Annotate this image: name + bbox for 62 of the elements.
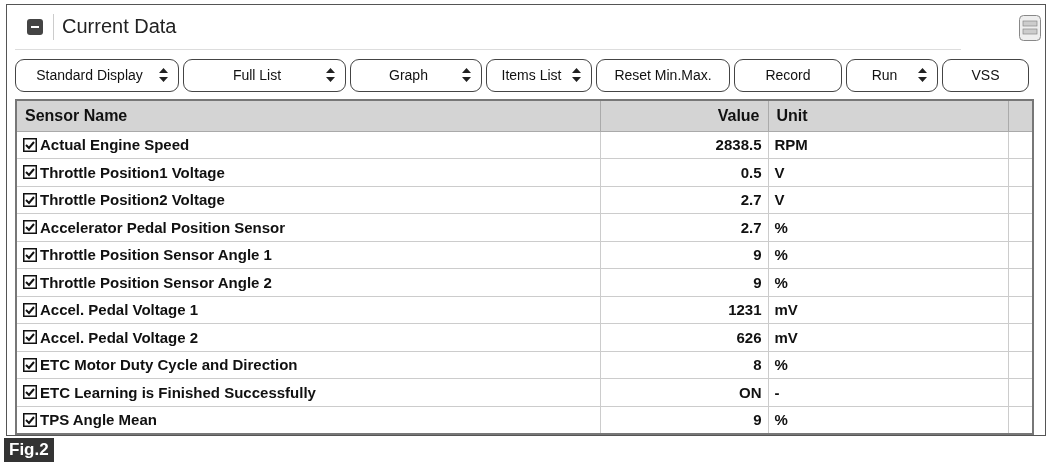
sensor-name: Throttle Position Sensor Angle 1	[40, 246, 272, 264]
sensor-name: Throttle Position1 Voltage	[40, 163, 225, 181]
table-cell: %	[768, 213, 1008, 241]
sensor-name: Throttle Position2 Voltage	[40, 191, 225, 209]
checkbox[interactable]	[23, 412, 37, 427]
table-cell: 0.5	[600, 158, 768, 186]
table-cell: V	[768, 186, 1008, 214]
table-cell: mV	[768, 296, 1008, 324]
checkbox[interactable]	[23, 165, 37, 180]
table-cell: ON	[600, 378, 768, 406]
sensor-name: ETC Motor Duty Cycle and Direction	[40, 356, 298, 374]
collapse-icon[interactable]	[27, 18, 43, 35]
column-header: Value	[600, 99, 768, 131]
checkbox[interactable]	[23, 385, 37, 400]
up-down-arrows-icon	[159, 68, 168, 82]
column-header: Sensor Name	[16, 99, 600, 131]
checkbox[interactable]	[23, 275, 37, 290]
sensor-name: ETC Learning is Finished Successfully	[40, 383, 316, 401]
table-cell: 2838.5	[600, 131, 768, 159]
toolbar-button[interactable]: Record	[734, 58, 842, 92]
table-cell: V	[768, 158, 1008, 186]
table-cell: mV	[768, 323, 1008, 351]
table-cell: 2.7	[600, 186, 768, 214]
table-cell: 9	[600, 241, 768, 269]
checkbox[interactable]	[23, 330, 37, 345]
table-cell: 8	[600, 351, 768, 379]
sensor-name: Accel. Pedal Voltage 2	[40, 328, 199, 346]
sensor-name: Throttle Position Sensor Angle 2	[40, 273, 272, 291]
toolbar-button[interactable]: Reset Min.Max.	[596, 58, 730, 92]
sensor-name: Actual Engine Speed	[40, 136, 190, 154]
table-cell: -	[768, 378, 1008, 406]
table-cell: %	[768, 241, 1008, 269]
sensor-name: Accel. Pedal Voltage 1	[40, 301, 199, 319]
dropdown-button[interactable]: Graph	[350, 58, 482, 92]
dropdown-button[interactable]: Standard Display	[15, 58, 179, 92]
table-cell: 2.7	[600, 213, 768, 241]
checkbox[interactable]	[23, 247, 37, 262]
dropdown-button[interactable]: Run	[846, 58, 938, 92]
sensor-name: TPS Angle Mean	[40, 411, 157, 429]
table-cell: RPM	[768, 131, 1008, 159]
menu-icon[interactable]	[1019, 15, 1041, 41]
checkbox[interactable]	[23, 220, 37, 235]
checkbox[interactable]	[23, 137, 37, 152]
up-down-arrows-icon	[326, 68, 335, 82]
table-cell: 9	[600, 268, 768, 296]
table-cell: 1231	[600, 296, 768, 324]
dropdown-button[interactable]: Items List	[486, 58, 592, 92]
checkbox[interactable]	[23, 192, 37, 207]
column-header: Unit	[768, 99, 1008, 131]
up-down-arrows-icon	[918, 68, 927, 82]
up-down-arrows-icon	[572, 68, 581, 82]
up-down-arrows-icon	[462, 68, 471, 82]
sensor-name: Accelerator Pedal Position Sensor	[40, 218, 286, 236]
dropdown-button[interactable]: Full List	[183, 58, 346, 92]
table-cell: %	[768, 268, 1008, 296]
checkbox[interactable]	[23, 302, 37, 317]
figure-label: Fig.2	[4, 438, 54, 462]
table-cell: 626	[600, 323, 768, 351]
table-cell: %	[768, 351, 1008, 379]
toolbar-button[interactable]: VSS	[942, 58, 1029, 92]
checkbox[interactable]	[23, 357, 37, 372]
panel-title: Current Data	[62, 15, 177, 39]
